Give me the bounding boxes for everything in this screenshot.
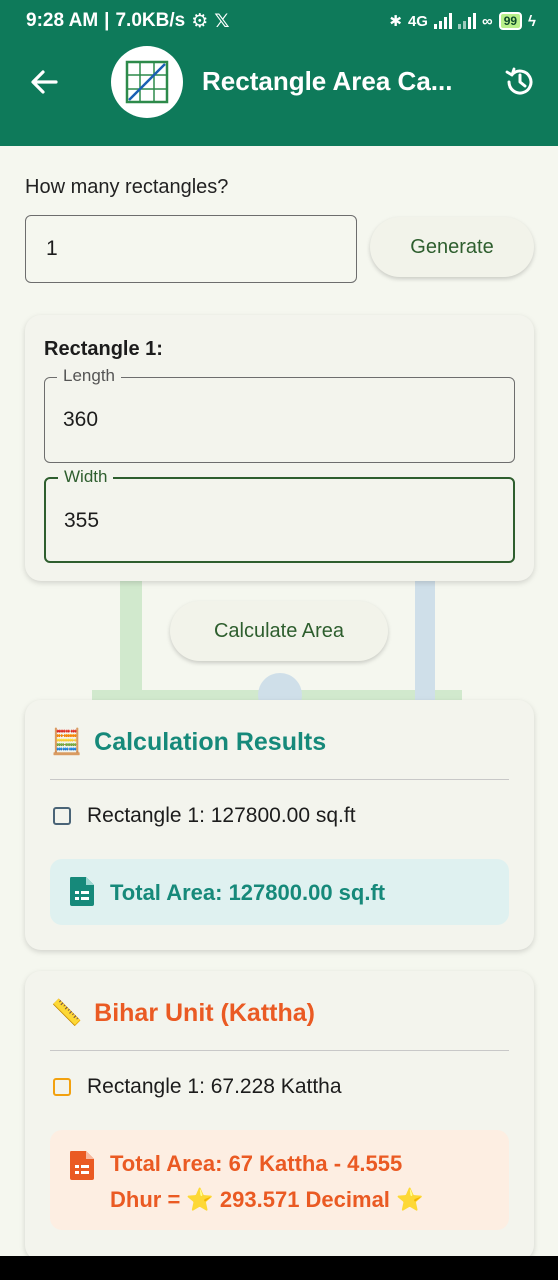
rectangle-count-input[interactable]: [25, 215, 357, 283]
length-field[interactable]: Length 360: [44, 366, 515, 463]
total-area-box: Total Area: 127800.00 sq.ft: [50, 859, 509, 925]
total-area-text: Total Area: 127800.00 sq.ft: [110, 880, 386, 905]
bihar-item-text: Rectangle 1: 67.228 Kattha: [87, 1075, 342, 1098]
bihar-total-line2: Dhur = ⭐ 293.571 Decimal ⭐: [110, 1187, 424, 1212]
charging-icon: ϟ: [528, 12, 536, 30]
width-label: Width: [58, 467, 114, 487]
ruler-icon: 📏: [51, 999, 83, 1027]
battery-icon: 99: [498, 12, 523, 30]
app-bar: Rectangle Area Ca...: [0, 42, 558, 146]
back-arrow-icon[interactable]: [28, 66, 60, 98]
width-field[interactable]: Width 355: [44, 467, 515, 563]
list-item: Rectangle 1: 127800.00 sq.ft: [53, 804, 356, 828]
list-item: Rectangle 1: 67.228 Kattha: [53, 1075, 342, 1099]
divider: [50, 1050, 509, 1051]
page-title: Rectangle Area Ca...: [202, 66, 453, 96]
checkbox-square-icon: [53, 807, 71, 825]
x-logo-icon: 𝕏: [214, 10, 230, 32]
status-bar: 9:28 AM | 7.0KB/s ⚙ 𝕏 ✱ 4G ∞ 99 ϟ: [26, 10, 536, 32]
history-icon[interactable]: [502, 64, 538, 100]
abacus-icon: 🧮: [51, 728, 83, 756]
bihar-header: 📏 Bihar Unit (Kattha): [51, 999, 315, 1028]
result-item-text: Rectangle 1: 127800.00 sq.ft: [87, 804, 356, 827]
rectangle-card: Rectangle 1: Length 360 Width 355: [25, 315, 534, 581]
status-time: 9:28 AM: [26, 10, 99, 31]
calculate-area-button[interactable]: Calculate Area: [170, 601, 388, 661]
document-icon: [70, 1151, 94, 1180]
bluetooth-icon: ✱: [389, 13, 402, 30]
app-logo: [111, 46, 183, 118]
results-header: 🧮 Calculation Results: [51, 728, 326, 757]
results-card: 🧮 Calculation Results Rectangle 1: 12780…: [25, 700, 534, 950]
bihar-total-text: Total Area: 67 Kattha - 4.555 Dhur = ⭐ 2…: [110, 1146, 423, 1218]
length-label: Length: [57, 366, 121, 386]
divider: [50, 779, 509, 780]
bihar-unit-card: 📏 Bihar Unit (Kattha) Rectangle 1: 67.22…: [25, 971, 534, 1261]
rectangle-title: Rectangle 1:: [44, 338, 163, 360]
checkbox-square-icon: [53, 1078, 71, 1096]
rectangle-count-label: How many rectangles?: [25, 176, 229, 198]
gear-icon: ⚙: [191, 10, 209, 32]
results-title: Calculation Results: [94, 728, 327, 756]
network-type: 4G: [407, 12, 428, 30]
bihar-title: Bihar Unit (Kattha): [94, 999, 315, 1027]
status-speed: 7.0KB/s: [115, 10, 186, 31]
width-value: 355: [64, 509, 100, 532]
document-icon: [70, 877, 94, 906]
generate-button[interactable]: Generate: [370, 217, 534, 277]
signal-icon: [433, 13, 452, 29]
bihar-total-line1: Total Area: 67 Kattha - 4.555: [110, 1151, 403, 1176]
rectangle-grid-icon: [125, 60, 169, 104]
system-nav-bar: [0, 1256, 558, 1280]
hotspot-icon: ∞: [481, 12, 493, 30]
signal-icon-2: [457, 13, 476, 29]
top-bar: 9:28 AM | 7.0KB/s ⚙ 𝕏 ✱ 4G ∞ 99 ϟ Rectan…: [0, 0, 558, 146]
bihar-total-box: Total Area: 67 Kattha - 4.555 Dhur = ⭐ 2…: [50, 1130, 509, 1230]
length-value: 360: [63, 408, 99, 431]
